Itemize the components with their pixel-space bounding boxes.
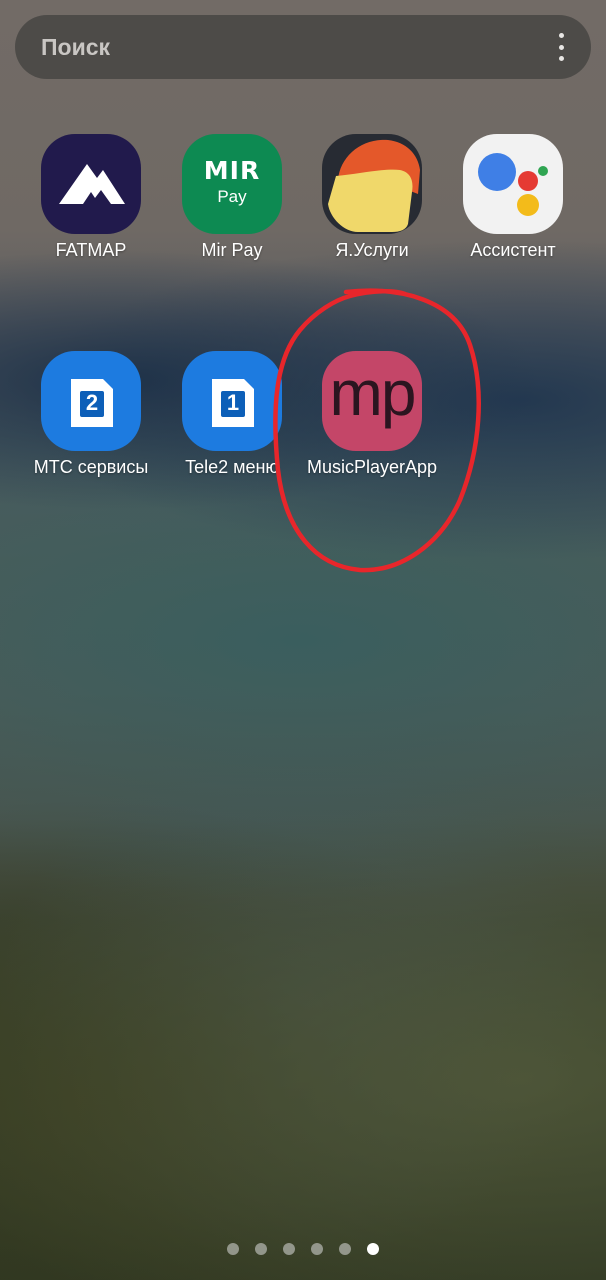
- app-mts-services[interactable]: 2 МТС сервисы: [21, 351, 161, 478]
- more-vertical-icon[interactable]: [557, 33, 565, 61]
- app-label: Tele2 меню: [185, 457, 279, 477]
- app-label: Ассистент: [470, 240, 556, 260]
- app-label: FATMAP: [55, 240, 127, 260]
- page-dot-active[interactable]: [367, 1243, 379, 1255]
- page-dot[interactable]: [255, 1243, 267, 1255]
- search-bar[interactable]: Поиск: [15, 15, 591, 79]
- mp-icon-text: mp: [329, 357, 417, 429]
- yandex-uslugi-icon[interactable]: [322, 134, 422, 234]
- app-label: MusicPlayerApp: [306, 457, 438, 477]
- app-fatmap[interactable]: FATMAP: [21, 134, 161, 261]
- sim-number: 1: [226, 390, 240, 415]
- app-label: Я.Услуги: [335, 240, 409, 260]
- app-mir-pay[interactable]: MIR Pay Mir Pay: [162, 134, 302, 261]
- page-dot[interactable]: [311, 1243, 323, 1255]
- fatmap-mountain-icon[interactable]: [41, 134, 141, 234]
- page-dot[interactable]: [339, 1243, 351, 1255]
- app-music-player[interactable]: mp MusicPlayerApp: [302, 351, 442, 478]
- google-assistant-icon[interactable]: [463, 134, 563, 234]
- mir-pay-icon[interactable]: MIR Pay: [182, 134, 282, 234]
- app-label: МТС сервисы: [33, 457, 149, 477]
- app-label: Mir Pay: [201, 240, 263, 260]
- sim-1-icon[interactable]: 1: [182, 351, 282, 451]
- search-placeholder[interactable]: Поиск: [41, 34, 557, 61]
- mir-icon-text: MIR: [203, 156, 261, 185]
- sim-number: 2: [85, 390, 99, 415]
- pay-icon-text: Pay: [217, 187, 247, 206]
- sim-2-icon[interactable]: 2: [41, 351, 141, 451]
- page-indicator: [0, 1243, 606, 1255]
- music-player-app-icon[interactable]: mp: [322, 351, 422, 451]
- app-tele2-menu[interactable]: 1 Tele2 меню: [162, 351, 302, 478]
- page-dot[interactable]: [227, 1243, 239, 1255]
- app-assistant[interactable]: Ассистент: [443, 134, 583, 261]
- app-ya-uslugi[interactable]: Я.Услуги: [302, 134, 442, 261]
- page-dot[interactable]: [283, 1243, 295, 1255]
